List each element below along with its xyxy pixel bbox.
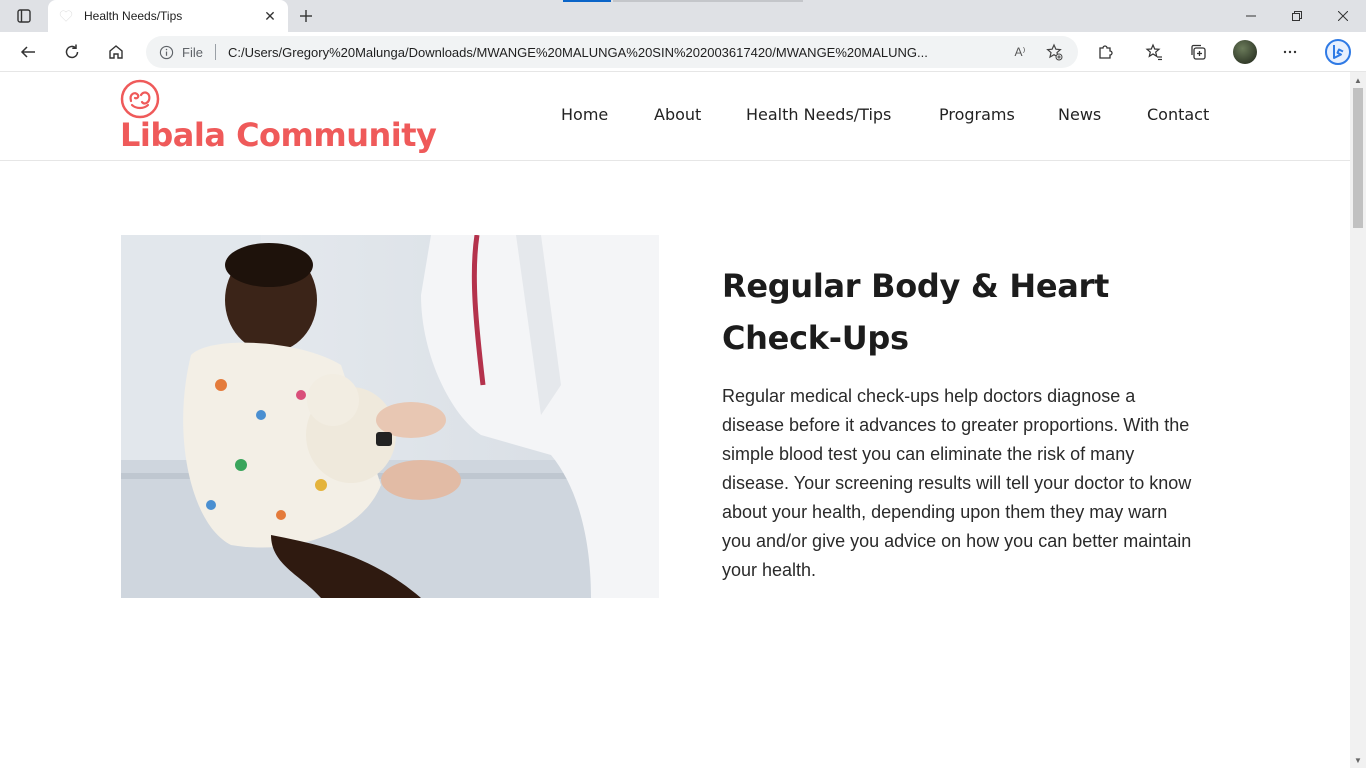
- collections-icon[interactable]: [1184, 38, 1212, 66]
- nav-news[interactable]: News: [1058, 105, 1101, 124]
- refresh-icon[interactable]: [58, 38, 86, 66]
- browser-tab-bar: Health Needs/Tips ✕: [0, 0, 1366, 32]
- nav-contact[interactable]: Contact: [1147, 105, 1209, 124]
- site-header: Libala Community Home About Health Needs…: [0, 72, 1350, 161]
- star-plus-icon[interactable]: [1042, 40, 1066, 64]
- nav-home[interactable]: Home: [561, 105, 608, 124]
- tab-title: Health Needs/Tips: [84, 9, 183, 23]
- puzzle-icon[interactable]: [1091, 38, 1119, 66]
- logo-text[interactable]: Libala Community: [120, 116, 437, 154]
- tab-strip-indicator: [563, 0, 611, 2]
- nav-health-needs-tips[interactable]: Health Needs/Tips: [746, 105, 891, 124]
- scroll-thumb[interactable]: [1353, 88, 1363, 228]
- article: Regular Body & Heart Check-Ups Regular m…: [722, 260, 1192, 585]
- tab-strip-indicator-inactive: [613, 0, 803, 2]
- logo-icon[interactable]: [120, 79, 160, 119]
- scroll-down-icon[interactable]: ▼: [1350, 752, 1366, 768]
- browser-tab[interactable]: Health Needs/Tips ✕: [48, 0, 288, 32]
- bing-icon[interactable]: [1322, 36, 1354, 68]
- back-arrow-icon[interactable]: [14, 38, 42, 66]
- article-body: Regular medical check-ups help doctors d…: [722, 386, 1192, 580]
- browser-toolbar: File C:/Users/Gregory%20Malunga/Download…: [0, 32, 1366, 72]
- address-url[interactable]: C:/Users/Gregory%20Malunga/Downloads/MWA…: [228, 45, 998, 60]
- read-aloud-icon[interactable]: A⁾: [1008, 40, 1032, 64]
- more-icon[interactable]: [1276, 38, 1304, 66]
- avatar[interactable]: [1233, 40, 1257, 64]
- heart-icon: [58, 8, 74, 24]
- home-icon[interactable]: [102, 38, 130, 66]
- tab-actions-icon[interactable]: [8, 6, 40, 26]
- web-page: Libala Community Home About Health Needs…: [0, 72, 1350, 768]
- nav-about[interactable]: About: [654, 105, 701, 124]
- nav-programs[interactable]: Programs: [939, 105, 1015, 124]
- page-scrollbar[interactable]: ▲ ▼: [1350, 72, 1366, 768]
- new-tab-icon[interactable]: [296, 6, 316, 26]
- restore-icon[interactable]: [1274, 0, 1320, 32]
- info-icon[interactable]: [158, 44, 174, 60]
- window-close-icon[interactable]: [1320, 0, 1366, 32]
- doctor-child-checkup-image: [121, 235, 659, 598]
- address-separator: [214, 44, 216, 60]
- address-bar[interactable]: File C:/Users/Gregory%20Malunga/Download…: [146, 36, 1078, 68]
- minimize-icon[interactable]: [1228, 0, 1274, 32]
- address-scheme: File: [182, 44, 203, 60]
- favorites-icon[interactable]: [1140, 38, 1168, 66]
- article-title: Regular Body & Heart Check-Ups: [722, 267, 1110, 357]
- scroll-up-icon[interactable]: ▲: [1350, 72, 1366, 88]
- close-tab-icon[interactable]: ✕: [262, 8, 278, 24]
